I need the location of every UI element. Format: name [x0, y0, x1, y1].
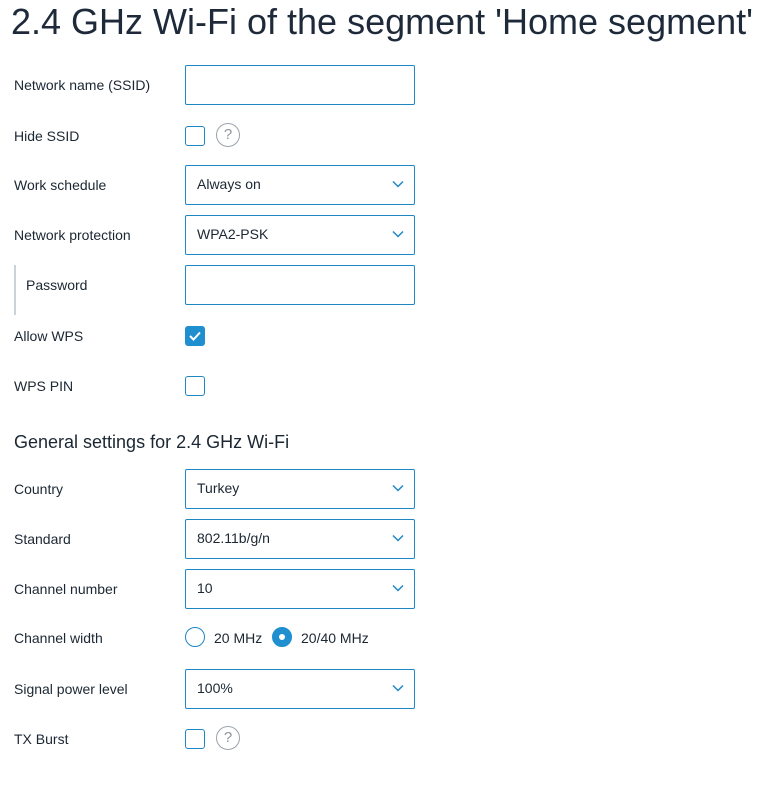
wps-pin-row: WPS PIN — [0, 366, 784, 406]
ssid-input[interactable] — [197, 67, 397, 103]
chevron-down-icon — [392, 180, 404, 188]
work-schedule-value: Always on — [197, 176, 261, 192]
channel-width-40-label[interactable]: 20/40 MHz — [301, 618, 369, 658]
country-row: Country Turkey — [0, 469, 784, 509]
channel-number-label: Channel number — [14, 581, 118, 597]
chevron-down-icon — [392, 584, 404, 592]
tx-burst-label: TX Burst — [14, 731, 69, 747]
ssid-label: Network name (SSID) — [14, 77, 151, 93]
chevron-down-icon — [392, 534, 404, 542]
chevron-down-icon — [392, 484, 404, 492]
wps-pin-label: WPS PIN — [14, 378, 74, 394]
network-protection-row: Network protection WPA2-PSK — [0, 215, 784, 255]
network-protection-value: WPA2-PSK — [197, 226, 269, 242]
network-protection-label: Network protection — [14, 227, 131, 243]
signal-power-select[interactable]: 100% — [185, 669, 415, 709]
allow-wps-label: Allow WPS — [14, 328, 84, 344]
signal-power-value: 100% — [197, 680, 233, 696]
standard-label: Standard — [14, 531, 71, 547]
country-select[interactable]: Turkey — [185, 469, 415, 509]
ssid-row: Network name (SSID) — [0, 65, 784, 105]
hide-ssid-help-icon[interactable]: ? — [216, 123, 240, 147]
hide-ssid-row: Hide SSID ? — [0, 116, 784, 156]
hide-ssid-checkbox[interactable] — [185, 126, 205, 146]
network-protection-select[interactable]: WPA2-PSK — [185, 215, 415, 255]
password-input-box[interactable] — [185, 265, 415, 305]
channel-width-20-radio[interactable] — [185, 627, 205, 647]
signal-power-label: Signal power level — [14, 681, 128, 697]
channel-width-label: Channel width — [14, 630, 103, 646]
password-input[interactable] — [197, 267, 397, 303]
standard-value: 802.11b/g/n — [197, 530, 270, 546]
tx-burst-checkbox[interactable] — [185, 729, 205, 749]
wps-pin-checkbox[interactable] — [185, 376, 205, 396]
channel-number-row: Channel number 10 — [0, 569, 784, 609]
channel-width-40-radio[interactable] — [272, 627, 292, 647]
country-value: Turkey — [197, 480, 240, 496]
page-title: 2.4 GHz Wi-Fi of the segment 'Home segme… — [11, 1, 754, 42]
ssid-input-box[interactable] — [185, 65, 415, 105]
chevron-down-icon — [392, 684, 404, 692]
work-schedule-row: Work schedule Always on — [0, 165, 784, 205]
allow-wps-row: Allow WPS — [0, 316, 784, 356]
general-settings-title: General settings for 2.4 GHz Wi-Fi — [14, 432, 290, 452]
tx-burst-help-icon[interactable]: ? — [216, 726, 240, 750]
checkmark-icon — [189, 331, 201, 341]
channel-width-20-label[interactable]: 20 MHz — [214, 618, 262, 658]
work-schedule-label: Work schedule — [14, 177, 107, 193]
standard-row: Standard 802.11b/g/n — [0, 519, 784, 559]
channel-number-select[interactable]: 10 — [185, 569, 415, 609]
channel-width-row: Channel width 20 MHz 20/40 MHz — [0, 618, 784, 658]
password-label: Password — [26, 277, 88, 293]
channel-number-value: 10 — [197, 580, 213, 596]
hide-ssid-label: Hide SSID — [14, 128, 80, 144]
allow-wps-checkbox[interactable] — [185, 326, 205, 346]
standard-select[interactable]: 802.11b/g/n — [185, 519, 415, 559]
signal-power-row: Signal power level 100% — [0, 669, 784, 709]
work-schedule-select[interactable]: Always on — [185, 165, 415, 205]
password-row: Password — [0, 265, 784, 305]
chevron-down-icon — [392, 230, 404, 238]
tx-burst-row: TX Burst ? — [0, 719, 784, 759]
country-label: Country — [14, 481, 64, 497]
